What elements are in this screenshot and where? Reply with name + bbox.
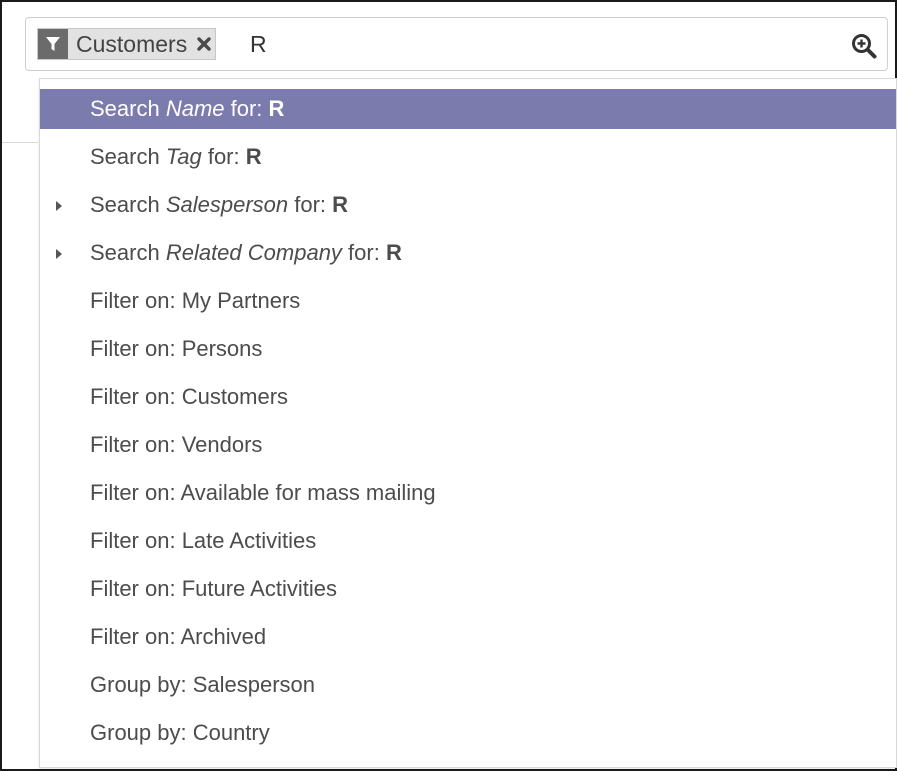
search-related-company-option[interactable]: Search Related Company for: R — [40, 233, 896, 273]
option-prefix: Search — [90, 240, 166, 265]
option-prefix: Search — [90, 192, 166, 217]
divider — [2, 142, 38, 143]
option-term: R — [385, 240, 402, 265]
search-bar[interactable]: Customers — [25, 17, 888, 71]
autocomplete-dropdown: Search Name for: R Search Tag for: R Sea… — [39, 78, 897, 768]
filter-option-vendors[interactable]: Filter on: Vendors — [40, 425, 896, 465]
option-middle: for: — [341, 240, 386, 265]
option-field: Related Company — [165, 240, 342, 265]
option-term: R — [332, 192, 349, 217]
filter-facet[interactable]: Customers — [37, 28, 217, 60]
option-prefix: Search — [90, 144, 166, 169]
search-view-frame: Customers Search Name for: R Search Tag … — [0, 0, 897, 771]
facet-label: Customers — [76, 31, 188, 57]
filter-icon — [38, 29, 68, 59]
option-prefix: Search — [90, 96, 166, 121]
remove-facet-icon[interactable] — [193, 29, 215, 59]
filter-option-archived[interactable]: Filter on: Archived — [40, 617, 896, 657]
option-field: Name — [165, 96, 225, 121]
groupby-option-salesperson[interactable]: Group by: Salesperson — [40, 665, 896, 705]
option-field: Tag — [165, 144, 202, 169]
filter-option-mass-mailing[interactable]: Filter on: Available for mass mailing — [40, 473, 896, 513]
option-middle: for: — [288, 192, 333, 217]
groupby-option-country[interactable]: Group by: Country — [40, 713, 896, 753]
option-middle: for: — [224, 96, 269, 121]
filter-option-persons[interactable]: Filter on: Persons — [40, 329, 896, 369]
option-term: R — [245, 144, 262, 169]
filter-option-customers[interactable]: Filter on: Customers — [40, 377, 896, 417]
option-middle: for: — [201, 144, 246, 169]
filter-option-late-activities[interactable]: Filter on: Late Activities — [40, 521, 896, 561]
expand-caret-icon[interactable] — [56, 249, 62, 259]
search-tag-option[interactable]: Search Tag for: R — [40, 137, 896, 177]
expand-caret-icon[interactable] — [56, 201, 62, 211]
option-term: R — [268, 96, 285, 121]
option-field: Salesperson — [165, 192, 289, 217]
filter-option-my-partners[interactable]: Filter on: My Partners — [40, 281, 896, 321]
search-name-option[interactable]: Search Name for: R — [40, 89, 896, 129]
search-salesperson-option[interactable]: Search Salesperson for: R — [40, 185, 896, 225]
search-input[interactable] — [250, 28, 840, 60]
search-more-icon[interactable] — [851, 33, 877, 59]
filter-option-future-activities[interactable]: Filter on: Future Activities — [40, 569, 896, 609]
